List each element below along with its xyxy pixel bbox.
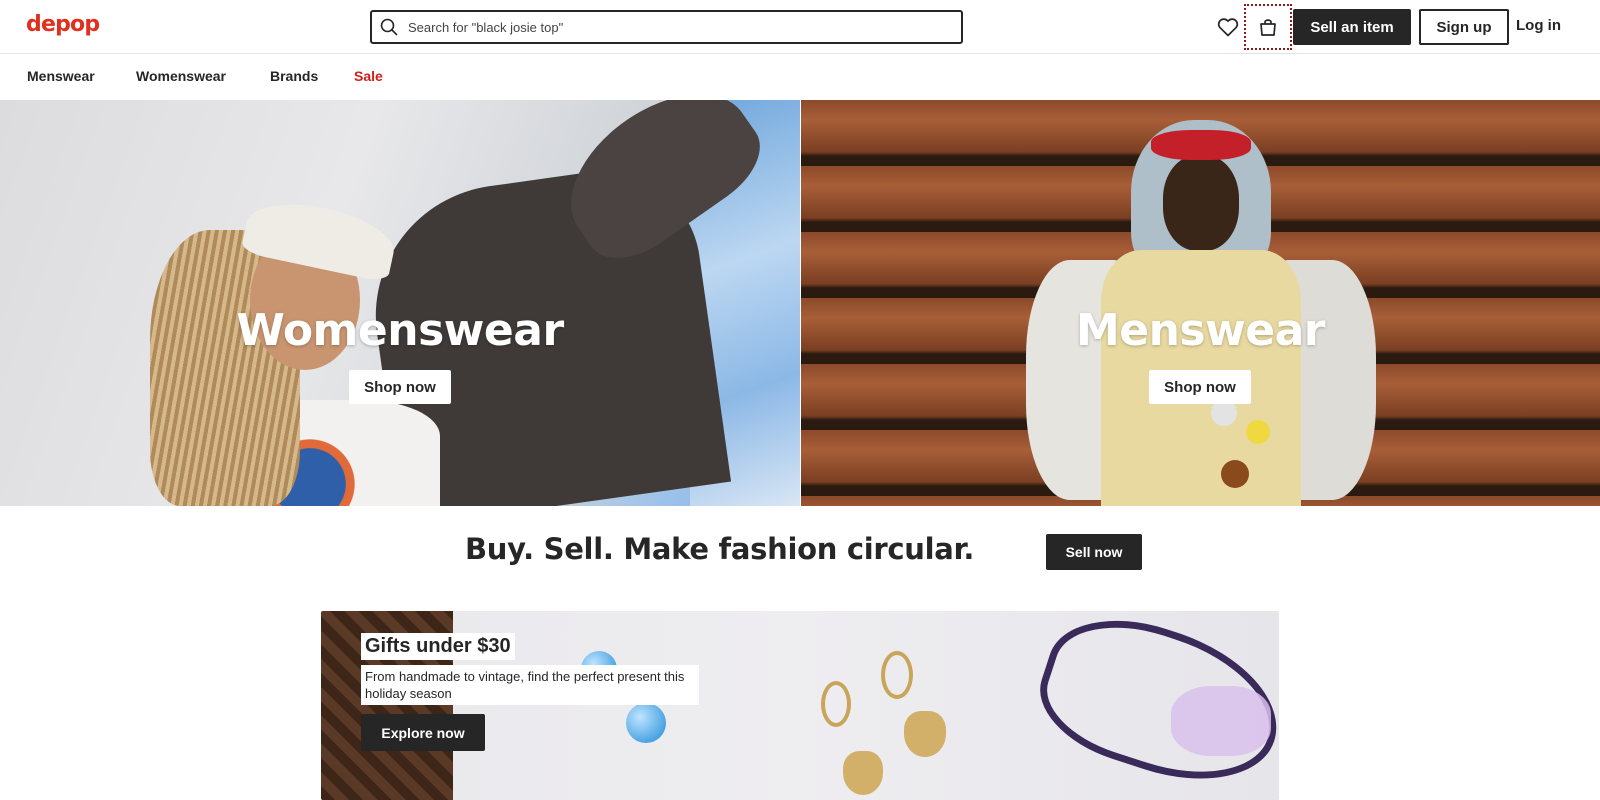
hero-womenswear[interactable]: Womenswear Shop now bbox=[0, 100, 800, 506]
promo-subtitle: From handmade to vintage, find the perfe… bbox=[361, 665, 699, 705]
sunglasses-lens bbox=[1171, 686, 1271, 756]
category-nav: Menswear Womenswear Brands Sale bbox=[0, 55, 1600, 99]
search-bar[interactable] bbox=[370, 10, 963, 44]
shop-now-womenswear-button[interactable]: Shop now bbox=[349, 370, 451, 404]
gold-heart-1 bbox=[843, 751, 883, 795]
depop-logo[interactable]: depop bbox=[26, 12, 100, 37]
login-link[interactable]: Log in bbox=[1516, 17, 1561, 34]
header: depop Sell an item Sign up Log in bbox=[0, 0, 1600, 54]
search-icon bbox=[380, 18, 398, 36]
nav-item-menswear[interactable]: Menswear bbox=[27, 68, 95, 84]
promo-title: Gifts under $30 bbox=[361, 633, 515, 660]
hero-title-menswear: Menswear bbox=[1075, 305, 1326, 356]
bag-button[interactable] bbox=[1244, 4, 1292, 50]
button-pin-3 bbox=[1246, 420, 1270, 444]
sell-now-button[interactable]: Sell now bbox=[1046, 534, 1142, 570]
face-shape bbox=[1163, 155, 1239, 251]
tagline: Buy. Sell. Make fashion circular. bbox=[465, 532, 975, 566]
nav-item-womenswear[interactable]: Womenswear bbox=[136, 68, 226, 84]
button-pin-2 bbox=[1221, 460, 1249, 488]
gifts-promo-banner[interactable]: Gifts under $30 From handmade to vintage… bbox=[321, 611, 1279, 800]
heart-icon[interactable] bbox=[1216, 15, 1240, 39]
nav-item-brands[interactable]: Brands bbox=[270, 68, 318, 84]
gold-heart-2 bbox=[904, 711, 946, 757]
gold-earring-1 bbox=[821, 681, 851, 727]
nav-item-sale[interactable]: Sale bbox=[354, 68, 383, 84]
bandana-shape bbox=[1151, 130, 1251, 160]
earring-blue-2 bbox=[626, 703, 666, 743]
gold-earring-2 bbox=[881, 651, 913, 699]
explore-now-button[interactable]: Explore now bbox=[361, 714, 485, 751]
search-input[interactable] bbox=[408, 19, 928, 35]
hero-menswear[interactable]: Menswear Shop now bbox=[801, 100, 1600, 506]
sell-item-button[interactable]: Sell an item bbox=[1293, 9, 1411, 45]
signup-button[interactable]: Sign up bbox=[1419, 9, 1509, 45]
hero-title-womenswear: Womenswear bbox=[236, 305, 564, 356]
shop-now-menswear-button[interactable]: Shop now bbox=[1149, 370, 1251, 404]
bag-icon bbox=[1260, 19, 1276, 36]
